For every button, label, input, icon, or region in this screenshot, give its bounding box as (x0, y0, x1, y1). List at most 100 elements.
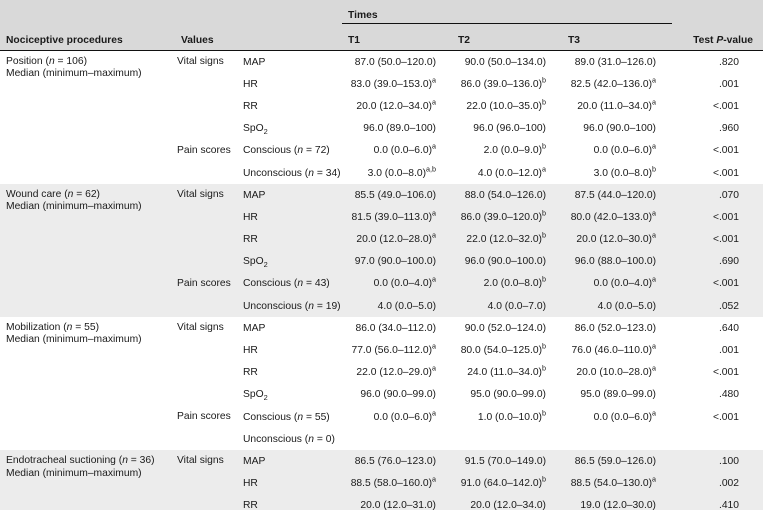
cell-t2: 86.0 (39.0–120.0)b (452, 206, 562, 229)
cell-pvalue: .820 (718, 56, 739, 68)
variable-label: HR (243, 345, 258, 357)
cell-t3: 0.0 (0.0–6.0)a (593, 141, 656, 157)
cell-t1: 96.0 (90.0–99.0) (360, 389, 436, 401)
variable-label: SpO2 (243, 389, 268, 403)
header-col-t1: T1 (342, 23, 452, 51)
cell-pvalue: .480 (718, 389, 739, 401)
cell-t2: 22.0 (10.0–35.0)b (466, 97, 546, 112)
cell-t3: 89.0 (31.0–126.0) (574, 56, 656, 68)
cell-pvalue: .070 (672, 184, 763, 207)
header-col-pvalue: Test P-value (672, 23, 763, 51)
group-label-vital-signs: Vital signs (177, 56, 224, 67)
cell-t2: 96.0 (96.0–100) (473, 123, 546, 135)
cell-t3: 20.0 (11.0–34.0)a (577, 97, 656, 112)
cell-t1: 20.0 (12.0–34.0)a (356, 97, 436, 112)
cell-t1: 3.0 (0.0–8.0)a,b (367, 164, 436, 179)
variable-label: Unconscious (n = 0) (243, 433, 335, 445)
cell-pvalue: .001 (718, 345, 739, 357)
cell-t3: 86.0 (52.0–123.0) (574, 322, 656, 334)
header-col-values: Values (175, 23, 241, 51)
cell-pvalue: <.001 (672, 206, 763, 229)
header-spacer-variable (241, 0, 342, 24)
variable-label: HR (243, 78, 258, 90)
procedure-label: Mobilization (n = 55) Median (minimum–max… (0, 317, 175, 450)
cell-t2: 96.0 (90.0–100.0) (452, 250, 562, 273)
cell-t3: 4.0 (0.0–5.0) (562, 295, 672, 318)
cell-t2: 22.0 (12.0–32.0)b (452, 228, 562, 251)
header-group-times: Times (342, 0, 672, 24)
variable-label: MAP (241, 184, 342, 207)
group-label-pain-scores: Pain scores (177, 411, 231, 422)
procedure-sublabel: Median (minimum–maximum) (6, 334, 142, 346)
cell-t2: 4.0 (0.0–12.0)a (477, 164, 546, 179)
cell-t2: 95.0 (90.0–99.0) (470, 389, 546, 401)
procedure-sublabel: Median (minimum–maximum) (6, 467, 142, 479)
cell-pvalue: <.001 (672, 272, 763, 296)
cell-t1: 77.0 (56.0–112.0)a (351, 341, 436, 357)
cell-t3: 86.5 (59.0–126.0) (562, 450, 672, 473)
cell-t1: 97.0 (90.0–100.0) (342, 250, 452, 273)
cell-t1: 88.5 (58.0–160.0)a (342, 472, 452, 495)
cell-pvalue: .002 (672, 472, 763, 495)
procedure-sublabel: Median (minimum–maximum) (6, 68, 142, 80)
procedure-label: Wound care (n = 62) Median (minimum–maxim… (0, 184, 175, 318)
cell-t3: 88.5 (54.0–130.0)a (562, 472, 672, 495)
cell-pvalue: <.001 (712, 167, 739, 179)
cell-t1: 87.0 (50.0–120.0) (354, 56, 436, 68)
cell-t2: 86.0 (39.0–136.0)b (460, 75, 546, 90)
cell-t2: 2.0 (0.0–9.0)b (483, 141, 546, 157)
variable-label: HR (241, 206, 342, 229)
variable-label: RR (241, 228, 342, 251)
cell-t1: 81.5 (39.0–113.0)a (342, 206, 452, 229)
cell-t2 (452, 428, 562, 450)
cell-pvalue: .690 (672, 250, 763, 273)
variable-label: Unconscious (n = 19) (241, 295, 342, 318)
cell-t3: 20.0 (12.0–30.0)a (562, 228, 672, 251)
cell-t3: 76.0 (46.0–110.0)a (571, 341, 656, 357)
cell-t1: 22.0 (12.0–29.0)a (356, 363, 436, 379)
variable-label: HR (241, 472, 342, 495)
cell-t1: 96.0 (89.0–100) (363, 123, 436, 135)
cell-pvalue: .640 (718, 322, 739, 334)
header-row-columns: Nociceptive procedures Values T1 T2 T3 T… (0, 23, 763, 51)
header-col-t2: T2 (452, 23, 562, 51)
cell-t1: 85.5 (49.0–106.0) (342, 184, 452, 207)
cell-t1: 0.0 (0.0–6.0)a (373, 408, 436, 423)
cell-pvalue: <.001 (712, 100, 739, 112)
cell-t1: 86.5 (76.0–123.0) (342, 450, 452, 473)
table-header: Times Nociceptive procedures Values T1 T… (0, 0, 763, 51)
header-spacer-values (175, 0, 241, 24)
variable-label: Unconscious (n = 34) (243, 167, 341, 179)
group-label-vital-signs: Vital signs (177, 322, 224, 334)
cell-t3: 80.0 (42.0–133.0)a (562, 206, 672, 229)
cell-pvalue: .001 (718, 78, 739, 90)
procedure-label: Endotracheal suctioning (n = 36) Median (… (0, 450, 175, 510)
cell-t3: 95.0 (89.0–99.0) (580, 389, 656, 401)
table-row: Position (n = 106) Median (minimum–maximu… (0, 51, 763, 79)
table-body: Position (n = 106) Median (minimum–maximu… (0, 51, 763, 510)
cell-t2: 91.5 (70.0–149.0) (452, 450, 562, 473)
cell-t1: 20.0 (12.0–28.0)a (342, 228, 452, 251)
variable-label: Conscious (n = 55) (243, 411, 330, 423)
table-page: Times Nociceptive procedures Values T1 T… (0, 0, 763, 510)
cell-t2: 20.0 (12.0–34.0) (452, 494, 562, 510)
variable-label: Conscious (n = 72) (243, 145, 330, 157)
group-label-pain-scores: Pain scores (177, 144, 231, 156)
cell-t2: 90.0 (52.0–124.0) (464, 322, 546, 334)
variable-label: MAP (241, 450, 342, 473)
cell-pvalue: .052 (672, 295, 763, 318)
table-row: Endotracheal suctioning (n = 36) Median (… (0, 450, 763, 510)
variable-label: SpO2 (241, 250, 342, 273)
cell-t1: 4.0 (0.0–5.0) (342, 295, 452, 318)
cell-t2: 1.0 (0.0–10.0)b (477, 408, 546, 423)
cell-t2: 4.0 (0.0–7.0) (452, 295, 562, 318)
cell-t3: 0.0 (0.0–6.0)a (593, 408, 656, 423)
variable-label: RR (241, 494, 342, 510)
cell-t3: 96.0 (88.0–100.0) (562, 250, 672, 273)
cell-t2: 91.0 (64.0–142.0)b (452, 472, 562, 495)
cell-t3: 19.0 (12.0–30.0) (562, 494, 672, 510)
header-col-variable (241, 23, 342, 51)
variable-label: MAP (243, 56, 266, 68)
cell-pvalue: <.001 (672, 228, 763, 251)
cell-t1: 83.0 (39.0–153.0)a (350, 75, 436, 90)
